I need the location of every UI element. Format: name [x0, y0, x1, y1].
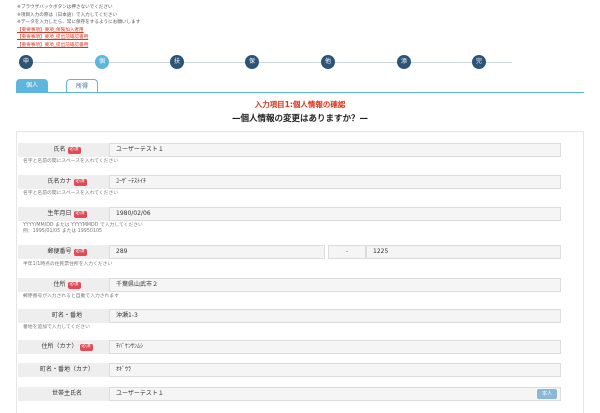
field-label: 町名・番地 [18, 309, 116, 323]
name-input[interactable]: ユーザーテスト１ [109, 143, 561, 157]
household-head-input[interactable]: ユーザーテスト１ [109, 387, 561, 401]
street-kana-input[interactable]: ｵｷﾞｳﾗ [109, 363, 561, 377]
required-badge: 必須 [67, 282, 81, 289]
field-label: 町名・番地（カナ） [18, 363, 116, 377]
step-2: 個 [95, 55, 109, 69]
step-6: 添 [397, 55, 411, 69]
section-subtitle: —個人情報の変更はありますか？— [231, 114, 368, 124]
street-input[interactable]: 沖瀬1-3 [109, 309, 561, 323]
notice-text: ※データを入力したら、常に保存をするようにお願いします [17, 20, 141, 26]
field-label: 氏名カナ 必須 [18, 175, 116, 189]
step-1: 申 [19, 55, 33, 69]
field-label: 世帯主氏名 [18, 387, 116, 401]
field-label: 氏名 必須 [18, 143, 116, 157]
field-hint: 名字と名前の間にスペースを入れてください [23, 191, 119, 196]
self-button[interactable]: 本人 [537, 389, 557, 399]
important-link[interactable]: 【重要事項】要項_提出前確認書用 [17, 34, 140, 42]
notice-text: ※ブラウザバックボタンは押さないでください [17, 5, 113, 10]
field-hint: 例：1995/01/05 または 19950105 [23, 229, 103, 234]
field-hint: 半年1/1時点の住民票住所を入力ください [23, 262, 113, 267]
field-hint: 郵便番号が入力されると自動で入力されます [23, 294, 119, 299]
required-badge: 必須 [73, 179, 87, 186]
required-badge: 必須 [73, 249, 87, 256]
step-3: 扶 [170, 55, 184, 69]
important-link[interactable]: 【重要事項】要項_提出前確認書用 [17, 42, 140, 50]
postal-input-first[interactable]: 289 [109, 245, 325, 259]
field-label: 住所 必須 [18, 278, 116, 292]
field-label: 住所（カナ） 必須 [18, 340, 116, 354]
address-input[interactable]: 千葉県山武市２ [109, 278, 561, 292]
step-5: 他 [321, 55, 335, 69]
required-badge: 必須 [79, 344, 93, 351]
notice-block: ※ブラウザバックボタンは押さないでください ※項目入力の際は（日本語）で入力して… [17, 4, 140, 50]
notice-text: ※項目入力の際は（日本語）で入力してください [17, 12, 118, 18]
tab-individual[interactable]: 個人 [16, 79, 48, 92]
field-hint: 番地を追加で入力してください [23, 325, 90, 330]
name-kana-input[interactable]: ﾕｰｻﾞｰﾃｽﾄｲﾁ [109, 175, 561, 189]
required-badge: 必須 [73, 211, 87, 218]
section-title: 入力項目1:個人情報の確認 [254, 100, 346, 109]
step-7: 完 [472, 55, 486, 69]
field-label: 郵便番号 必須 [18, 245, 116, 259]
required-badge: 必須 [67, 147, 81, 154]
important-link[interactable]: 【重要事項】要項_保険加入者用 [17, 27, 140, 35]
postal-input-second[interactable]: 1225 [366, 245, 561, 259]
birth-input[interactable]: 1980/02/06 [109, 207, 561, 221]
tab-divider [16, 92, 584, 93]
tab-office[interactable]: 所得 [66, 79, 98, 92]
field-hint: 名字と名前の間にスペースを入れてください [23, 159, 119, 164]
postal-separator: - [328, 245, 366, 259]
address-kana-input[interactable]: ﾁﾊﾞｹﾝｻﾝﾑｼ [109, 340, 561, 354]
step-4: 保 [245, 55, 259, 69]
field-label: 生年月日 必須 [18, 207, 116, 221]
